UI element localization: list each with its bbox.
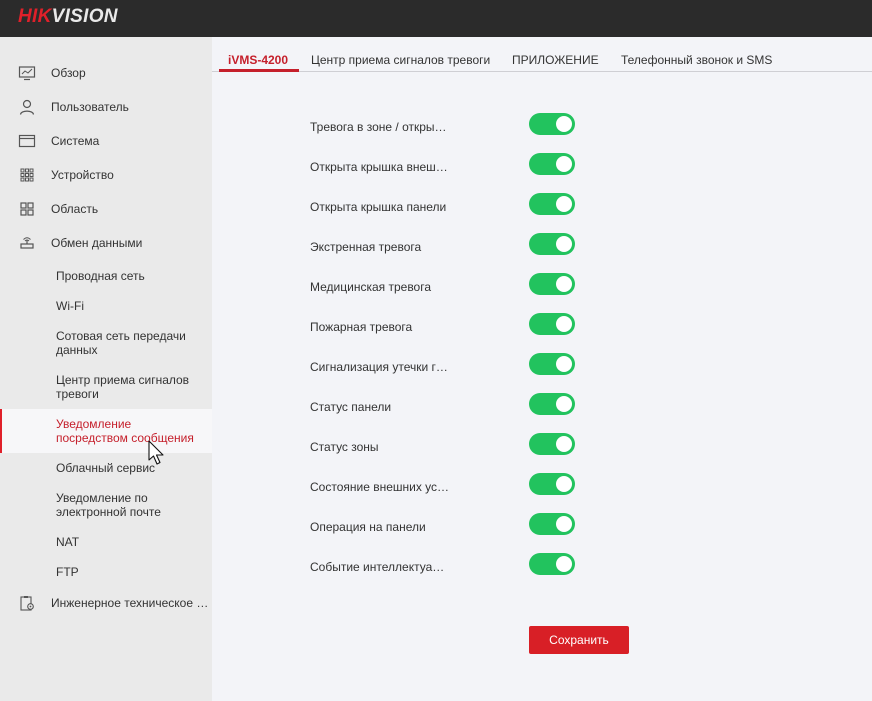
sidebar-subitem-nat[interactable]: NAT [0,527,212,557]
toggle-knob [556,476,572,492]
toggle-external-tamper[interactable] [529,153,575,175]
setting-label-gas-leak: Сигнализация утечки г… [310,360,448,374]
device-grid-icon [20,168,34,182]
tab-phone-call-sms[interactable]: Телефонный звонок и SMS [621,53,772,67]
toggle-gas-leak[interactable] [529,353,575,375]
setting-label-fire-alarm: Пожарная тревога [310,320,413,334]
area-grid-icon [20,202,34,216]
system-window-icon [18,134,36,148]
monitor-icon [18,66,36,81]
setting-label-zone-alarm: Тревога в зоне / откры… [310,120,447,134]
setting-label-panel-status: Статус панели [310,400,392,414]
toggle-knob [556,276,572,292]
toggle-zone-alarm[interactable] [529,113,575,135]
setting-label-panel-tamper: Открыта крышка панели [310,200,447,214]
sidebar: Обзор Пользователь Система Устройство Об… [0,37,212,701]
mouse-pointer-icon [148,440,164,465]
tab-alarm-receiving-center[interactable]: Центр приема сигналов тревоги [311,53,490,67]
sidebar-item-label: Система [51,134,100,148]
sidebar-item-label: Обмен данными [51,236,143,250]
toggle-knob [556,236,572,252]
sidebar-subitem-wifi[interactable]: Wi-Fi [0,291,212,321]
toggle-panel-status[interactable] [529,393,575,415]
save-button[interactable]: Сохранить [529,626,629,654]
sidebar-subitem-email-notification[interactable]: Уведомление по электронной почте [0,485,212,525]
toggle-knob [556,436,572,452]
toggle-smart-event[interactable] [529,553,575,575]
sidebar-item-communication[interactable]: Обмен данными [0,228,212,258]
sidebar-item-area[interactable]: Область [0,194,212,224]
toggle-knob [556,196,572,212]
sidebar-item-label: Обзор [51,66,86,80]
sidebar-item-label: Устройство [51,168,114,182]
setting-label-panic-alarm: Экстренная тревога [310,240,422,254]
sidebar-subitem-alarm-receiving-center[interactable]: Центр приема сигналов тревоги [0,366,212,406]
toggle-panel-tamper[interactable] [529,193,575,215]
clipboard-gear-icon [20,596,34,611]
tab-bar: iVMS-4200 Центр приема сигналов тревоги … [212,37,872,72]
toggle-panic-alarm[interactable] [529,233,575,255]
sidebar-item-maintenance[interactable]: Инженерное техническое … [0,588,212,618]
setting-label-panel-operation: Операция на панели [310,520,426,534]
hikvision-logo: HIKVISION [18,6,118,27]
sidebar-item-overview[interactable]: Обзор [0,58,212,88]
sidebar-subitem-cloud-service[interactable]: Облачный сервис [0,456,212,486]
router-icon [20,237,34,249]
setting-label-external-tamper: Открыта крышка внеш… [310,160,448,174]
toggle-knob [556,356,572,372]
sidebar-subitem-cellular[interactable]: Сотовая сеть передачи данных [0,322,212,362]
tab-application[interactable]: ПРИЛОЖЕНИЕ [512,53,599,67]
setting-label-smart-event: Событие интеллектуа… [310,560,445,574]
toggle-knob [556,156,572,172]
toggle-external-devices[interactable] [529,473,575,495]
sidebar-subitem-ftp[interactable]: FTP [0,557,212,587]
sidebar-item-label: Пользователь [51,100,129,114]
toggle-fire-alarm[interactable] [529,313,575,335]
sidebar-item-system[interactable]: Система [0,126,212,156]
toggle-panel-operation[interactable] [529,513,575,535]
toggle-medical-alarm[interactable] [529,273,575,295]
setting-label-medical-alarm: Медицинская тревога [310,280,432,294]
sidebar-item-label: Область [51,202,99,216]
tab-ivms-4200[interactable]: iVMS-4200 [228,53,288,67]
sidebar-subitem-wired-network[interactable]: Проводная сеть [0,261,212,291]
setting-label-zone-status: Статус зоны [310,440,379,454]
user-icon [19,99,35,115]
toggle-knob [556,516,572,532]
main-content: iVMS-4200 Центр приема сигналов тревоги … [212,37,872,701]
active-tab-indicator [219,69,299,72]
toggle-knob [556,116,572,132]
sidebar-item-user[interactable]: Пользователь [0,92,212,122]
toggle-knob [556,396,572,412]
sidebar-item-device[interactable]: Устройство [0,160,212,190]
setting-label-external-devices: Состояние внешних ус… [310,480,450,494]
sidebar-subitem-message-notification[interactable]: Уведомление посредством сообщения [0,409,212,453]
top-bar: HIKVISION [0,0,872,37]
toggle-zone-status[interactable] [529,433,575,455]
sidebar-item-label: Инженерное техническое … [51,596,209,610]
toggle-knob [556,556,572,572]
toggle-knob [556,316,572,332]
